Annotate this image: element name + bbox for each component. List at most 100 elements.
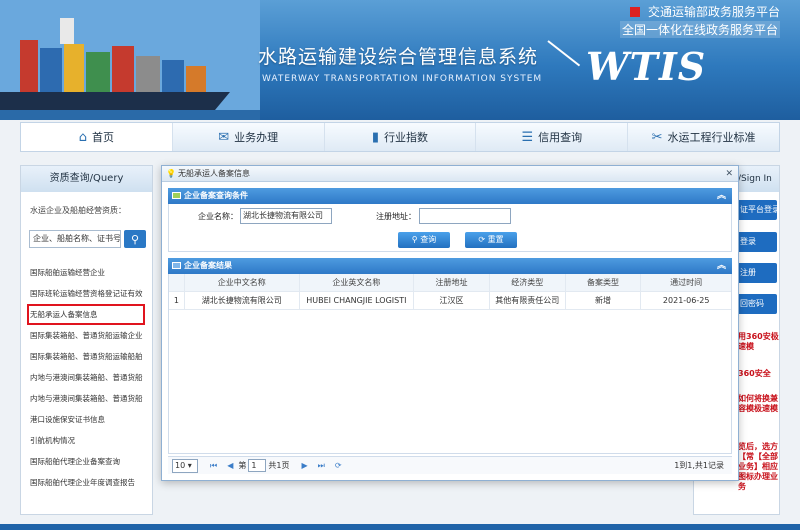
edit-icon — [172, 262, 181, 269]
column-header: 通过时间 — [670, 278, 703, 287]
nav-index-label: 行业指数 — [384, 131, 429, 144]
nav-business-label: 业务办理 — [234, 131, 279, 144]
record-type-cell: 新增 — [566, 292, 642, 309]
tools-icon: ✂ — [651, 129, 663, 145]
query-section-title: 企业备案查询条件 — [184, 191, 248, 200]
nav-index[interactable]: ▮ 行业指数 — [325, 123, 477, 151]
sidebar-link[interactable]: 国际船舶代理企业备案查询 — [21, 451, 152, 472]
sidebar-link[interactable]: 内地与港澳间集装箱船、普通货船 — [21, 367, 152, 388]
system-subtitle: WATERWAY TRANSPORTATION INFORMATION SYST… — [262, 74, 543, 84]
page-prefix: 第 — [238, 461, 247, 470]
register-button[interactable]: 注册 — [737, 263, 777, 283]
record-summary: 1到1,共1记录 — [674, 461, 724, 470]
browser-note-3: 如何将换兼容模极速模 — [738, 394, 778, 413]
collapse-icon[interactable]: ︽ — [717, 188, 726, 204]
sidebar-link-highlighted[interactable]: 无船承运人备案信息 — [27, 304, 145, 325]
search-row: 企业、船舶名称、证书号（ ⚲ — [29, 230, 152, 248]
page-total: 共1页 — [268, 461, 290, 470]
page-number-input[interactable]: 1 — [248, 459, 267, 472]
column-header: 备案类型 — [566, 274, 642, 291]
login-button[interactable]: 登录 — [737, 232, 777, 252]
sidebar-link[interactable]: 港口设施保安证书信息 — [21, 409, 152, 430]
gov-platform-label: 交通运输部政务服务平台 — [647, 5, 780, 19]
query-sidebar: 资质查询/Query 水运企业及船舶经营资质： 企业、船舶名称、证书号（ ⚲ 国… — [20, 165, 153, 515]
prev-page-icon[interactable]: ◀ — [227, 461, 233, 470]
collapse-icon[interactable]: ︽ — [717, 258, 726, 274]
sidebar-link[interactable]: 国际集装箱船、普通货船运输船舶 — [21, 346, 152, 367]
column-header: 企业中文名称 — [185, 274, 300, 291]
sidebar-title: 资质查询/Query — [21, 166, 152, 192]
query-section-header: 企业备案查询条件 ︽ — [168, 188, 732, 204]
result-section-header: 企业备案结果 ︽ — [168, 258, 732, 274]
recover-password-button[interactable]: 回密码 — [737, 294, 777, 314]
browser-note-4: 览后，选方【常【全部业务】相应图标办理业务 — [738, 442, 778, 491]
economy-type-cell: 其他有限责任公司 — [490, 292, 566, 309]
nav-standards-label: 水运工程行业标准 — [667, 131, 756, 144]
logo-slash — [547, 40, 581, 67]
search-icon: ⚲ — [411, 235, 421, 244]
company-name-input[interactable]: 湖北长捷物流有限公司 — [240, 208, 332, 224]
platform-login-button[interactable]: 证平台登录 — [737, 200, 777, 220]
nav-standards[interactable]: ✂ 水运工程行业标准 — [628, 123, 779, 151]
page-size-select[interactable]: 10 ▾ — [172, 458, 198, 473]
sidebar-link[interactable]: 国际船舶运输经营企业 — [21, 262, 152, 283]
handshake-icon: ✉ — [218, 129, 230, 145]
sidebar-link[interactable]: 引航机构情况 — [21, 430, 152, 451]
row-number: 1 — [169, 292, 185, 309]
refresh-icon[interactable]: ⟳ — [335, 461, 342, 470]
reset-button-label: 重置 — [487, 235, 504, 244]
national-platform-link[interactable]: 全国一体化在线政务服务平台 — [619, 21, 780, 38]
column-header: 注册地址 — [414, 274, 490, 291]
sidebar-link[interactable]: 国际船舶代理企业年度调查报告 — [21, 472, 152, 493]
gov-platform-link[interactable]: 交通运输部政务服务平台 — [629, 3, 780, 20]
address-input[interactable] — [419, 208, 511, 224]
company-en-cell: HUBEI CHANGJIE LOGISTI — [300, 292, 415, 309]
wtis-logo: WTIS — [586, 44, 707, 89]
nav-business[interactable]: ✉ 业务办理 — [173, 123, 325, 151]
table-header-row: 企业中文名称 企业英文名称 注册地址 经济类型 备案类型 通过时间 — [169, 274, 731, 292]
column-header: 经济类型 — [490, 274, 566, 291]
modal-title: 无船承运人备案信息 — [178, 169, 250, 178]
sidebar-link[interactable]: 国际集装箱船、普通货船运输企业 — [21, 325, 152, 346]
query-form: 企业名称： 湖北长捷物流有限公司 注册地址： ⚲ 查询 ⟳ 重置 — [168, 204, 732, 252]
home-icon: ⌂ — [78, 129, 88, 145]
lightbulb-icon: 💡 — [166, 169, 176, 178]
sidebar-link[interactable]: 内地与港澳间集装箱船、普通货船 — [21, 388, 152, 409]
pagination-bar: 10 ▾ ⏮ ◀ 第 1 共1页 ▶ ⏭ ⟳ 1到1,共1记录 — [168, 456, 732, 474]
document-icon: ☰ — [521, 129, 534, 145]
query-button[interactable]: ⚲ 查询 — [398, 232, 450, 248]
reset-button[interactable]: ⟳ 重置 — [465, 232, 517, 248]
record-modal: 💡 无船承运人备案信息 ✕ 企业备案查询条件 ︽ 企业名称： 湖北长捷物流有限公… — [161, 165, 739, 481]
browser-note-1: 用360安极速模 — [738, 332, 779, 351]
first-page-icon[interactable]: ⏮ — [210, 461, 217, 471]
refresh-icon: ⟳ — [478, 235, 488, 244]
company-cn-cell: 湖北长捷物流有限公司 — [185, 292, 300, 309]
address-cell: 江汉区 — [414, 292, 490, 309]
result-section-title: 企业备案结果 — [184, 261, 232, 270]
nav-home[interactable]: ⌂ 首页 — [21, 123, 173, 151]
nav-home-label: 首页 — [92, 131, 115, 144]
browser-note-2: 360安全 — [738, 369, 771, 378]
column-header: 企业英文名称 — [300, 274, 415, 291]
search-input[interactable]: 企业、船舶名称、证书号（ — [29, 230, 121, 248]
search-label: 水运企业及船舶经营资质： — [30, 206, 126, 215]
company-name-label: 企业名称： — [198, 212, 238, 221]
query-button-label: 查询 — [420, 235, 437, 244]
nav-credit[interactable]: ☰ 信用查询 — [476, 123, 629, 151]
main-nav: ⌂ 首页 ✉ 业务办理 ▮ 行业指数 ☰ 信用查询 ✂ 水运工程行业标准 — [20, 122, 780, 152]
last-page-icon[interactable]: ⏭ — [318, 461, 325, 471]
search-button[interactable]: ⚲ — [124, 230, 146, 248]
flag-icon — [629, 7, 640, 17]
sidebar-link[interactable]: 国际班轮运输经营资格登记证有效 — [21, 283, 152, 304]
ship-illustration — [0, 0, 260, 120]
table-row[interactable]: 1 湖北长捷物流有限公司 HUBEI CHANGJIE LOGISTI 江汉区 … — [169, 292, 731, 310]
form-icon — [172, 192, 181, 199]
next-page-icon[interactable]: ▶ — [301, 461, 307, 470]
column-header — [169, 274, 185, 291]
footer-line — [0, 524, 800, 530]
close-icon[interactable]: ✕ — [725, 166, 733, 182]
search-icon: ⚲ — [130, 232, 140, 246]
result-table: 企业中文名称 企业英文名称 注册地址 经济类型 备案类型 通过时间 1 湖北长捷… — [168, 274, 732, 454]
address-label: 注册地址： — [376, 212, 416, 221]
bar-chart-icon: ▮ — [371, 129, 380, 145]
